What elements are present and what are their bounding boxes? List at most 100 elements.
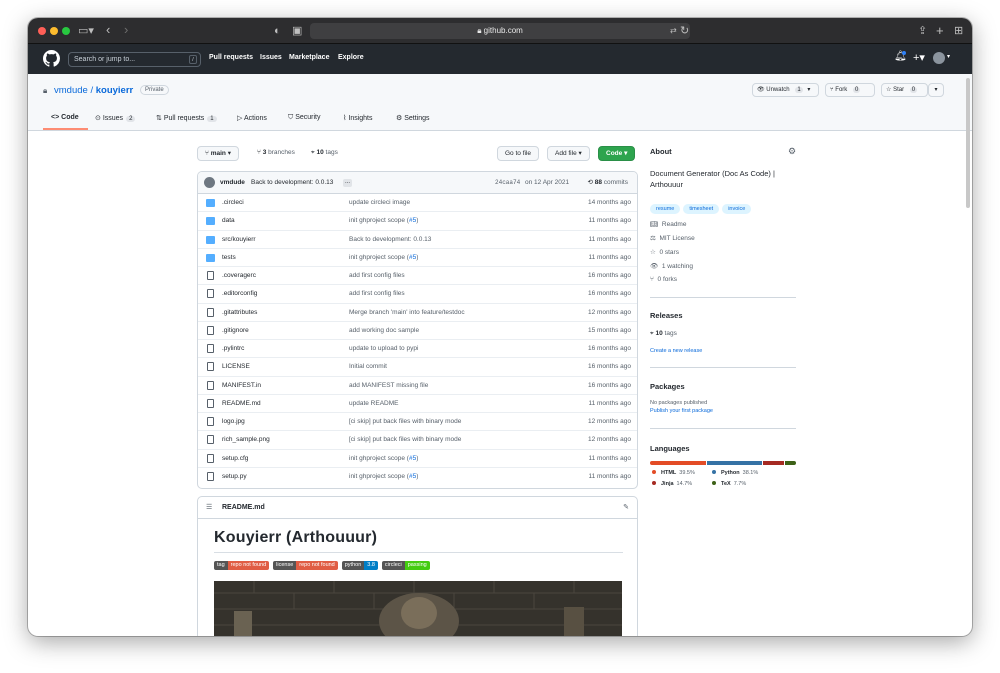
file-commit-message[interactable]: init ghproject scope (#5): [349, 468, 418, 486]
branches-link[interactable]: ⑂ 3 branches: [257, 149, 295, 156]
file-row[interactable]: tests init ghproject scope (#5) 11 months …: [198, 249, 637, 267]
readme-badge[interactable]: license repo not found: [273, 561, 338, 570]
commit-sha[interactable]: 24caa74: [495, 172, 520, 194]
file-row[interactable]: .gitignore add working doc sample 15 month…: [198, 322, 637, 340]
watchers-link[interactable]: 👁︎ 1 watching: [650, 262, 693, 270]
share-icon[interactable]: ⇪: [918, 24, 927, 38]
go-to-file-button[interactable]: Go to file: [497, 146, 540, 161]
file-commit-message[interactable]: init ghproject scope (#5): [349, 249, 418, 267]
file-row[interactable]: setup.py init ghproject scope (#5) 11 mont…: [198, 468, 637, 486]
tags-link[interactable]: ⌖ 10 tags: [311, 149, 338, 157]
file-row[interactable]: .pylintrc update to upload to pypi 16 mont…: [198, 340, 637, 359]
language-item[interactable]: Jinja 14.7%: [652, 481, 692, 487]
new-tab-icon[interactable]: +: [936, 24, 944, 37]
topic-tag[interactable]: invoice: [722, 204, 752, 214]
file-row[interactable]: LICENSE Initial commit 16 months ago: [198, 358, 637, 377]
license-link[interactable]: ⚖ MIT License: [650, 234, 695, 242]
about-gear-icon[interactable]: ⚙: [788, 146, 796, 157]
zoom-window-button[interactable]: [62, 27, 70, 35]
commit-expand-button[interactable]: ...: [343, 179, 353, 187]
repo-name-link[interactable]: kouyierr: [96, 85, 134, 96]
commit-author[interactable]: vmdude: [220, 172, 245, 194]
user-avatar[interactable]: [933, 52, 945, 64]
star-button[interactable]: ☆ Star 0: [881, 83, 928, 97]
fork-button[interactable]: ⑂ Fork 0: [825, 83, 875, 97]
search-input[interactable]: Search or jump to... /: [68, 52, 201, 67]
tab-insights[interactable]: ⌇ Insights: [343, 114, 373, 122]
file-name-link[interactable]: MANIFEST.in: [222, 377, 261, 395]
list-icon[interactable]: ☰: [206, 497, 212, 519]
file-commit-message[interactable]: init ghproject scope (#5): [349, 212, 418, 230]
file-name-link[interactable]: logo.jpg: [222, 413, 245, 431]
code-button[interactable]: Code ▾: [598, 146, 636, 161]
create-new-plus-icon[interactable]: +▾: [913, 51, 925, 64]
commits-link[interactable]: ⟲ 88 commits: [587, 172, 628, 194]
tab-settings[interactable]: ⚙ Settings: [396, 114, 430, 122]
releases-tags-link[interactable]: ⌖ 10 tags: [650, 330, 677, 338]
publish-package-link[interactable]: Publish your first package: [650, 408, 713, 414]
tab-issues[interactable]: ⊙ Issues 2: [95, 114, 136, 122]
tab-pull-requests[interactable]: ⇅ Pull requests 1: [156, 114, 217, 122]
create-release-link[interactable]: Create a new release: [650, 348, 702, 354]
address-bar[interactable]: 🔒︎ github.com: [310, 23, 690, 39]
language-item[interactable]: TeX 7.7%: [712, 481, 746, 487]
nav-explore[interactable]: Explore: [338, 54, 364, 61]
file-name-link[interactable]: setup.py: [222, 468, 247, 486]
file-row[interactable]: rich_sample.png [ci skip] put back files …: [198, 431, 637, 450]
translate-icon[interactable]: ⇄: [670, 24, 677, 38]
unwatch-button[interactable]: 👁︎ Unwatch 1 ▾: [752, 83, 819, 97]
readme-badge[interactable]: tag repo not found: [214, 561, 270, 570]
packages-heading[interactable]: Packages: [650, 382, 685, 391]
nav-marketplace[interactable]: Marketplace: [289, 54, 329, 61]
edit-pencil-icon[interactable]: ✎: [623, 497, 629, 519]
reload-icon[interactable]: ↻: [680, 24, 689, 38]
tab-actions[interactable]: ▷ Actions: [237, 114, 267, 122]
file-row[interactable]: README.md update README 11 months ago: [198, 395, 637, 413]
file-commit-message[interactable]: add first config files: [349, 267, 405, 285]
readme-badge[interactable]: circleci passing: [381, 561, 430, 570]
forks-link[interactable]: ⑂ 0 forks: [650, 276, 677, 283]
back-arrow-icon[interactable]: ‹: [106, 23, 110, 36]
readme-link[interactable]: 📖︎ Readme: [650, 220, 686, 228]
forward-arrow-icon[interactable]: ›: [124, 23, 128, 36]
file-row[interactable]: src/kouyierr Back to development: 0.0.13 1…: [198, 231, 637, 249]
file-commit-message[interactable]: [ci skip] put back files with binary mod…: [349, 413, 461, 431]
file-row[interactable]: data init ghproject scope (#5) 11 months a…: [198, 212, 637, 231]
file-commit-message[interactable]: Initial commit: [349, 358, 387, 376]
tab-code[interactable]: <> Code: [51, 114, 79, 121]
file-row[interactable]: logo.jpg [ci skip] put back files with bi…: [198, 413, 637, 432]
topic-tag[interactable]: timesheet: [683, 204, 720, 214]
file-commit-message[interactable]: [ci skip] put back files with binary mod…: [349, 431, 461, 449]
file-name-link[interactable]: data: [222, 212, 235, 230]
nav-pull-requests[interactable]: Pull requests: [209, 54, 253, 61]
file-row[interactable]: setup.cfg init ghproject scope (#5) 11 mon…: [198, 450, 637, 468]
file-name-link[interactable]: tests: [222, 249, 236, 267]
file-name-link[interactable]: README.md: [222, 395, 261, 413]
file-commit-message[interactable]: add MANIFEST missing file: [349, 377, 428, 395]
file-commit-message[interactable]: update circleci image: [349, 194, 410, 212]
tab-overview-icon[interactable]: ⊞: [954, 24, 963, 38]
file-commit-message[interactable]: Merge branch 'main' into feature/testdoc: [349, 304, 465, 322]
language-item[interactable]: Python 38.1%: [712, 470, 758, 476]
file-name-link[interactable]: .pylintrc: [222, 340, 244, 358]
minimize-window-button[interactable]: [50, 27, 58, 35]
file-row[interactable]: MANIFEST.in add MANIFEST missing file 16 m…: [198, 377, 637, 395]
language-item[interactable]: HTML 39.5%: [652, 470, 695, 476]
branch-select-button[interactable]: ⑂ main ▾: [197, 146, 239, 161]
commit-author-avatar[interactable]: [204, 177, 215, 188]
file-name-link[interactable]: setup.cfg: [222, 450, 248, 468]
avatar-dropdown-icon[interactable]: ▾: [947, 53, 950, 60]
file-name-link[interactable]: .coveragerc: [222, 267, 256, 285]
file-row[interactable]: .gitattributes Merge branch 'main' into f…: [198, 304, 637, 322]
privacy-report-icon[interactable]: ◐: [274, 24, 281, 38]
file-name-link[interactable]: .gitignore: [222, 322, 249, 340]
topic-tag[interactable]: resume: [650, 204, 681, 214]
star-list-dropdown[interactable]: ▾: [928, 83, 944, 97]
file-commit-message[interactable]: update README: [349, 395, 399, 413]
stars-link[interactable]: ☆ 0 stars: [650, 248, 679, 256]
file-name-link[interactable]: LICENSE: [222, 358, 250, 376]
file-name-link[interactable]: .editorconfig: [222, 285, 257, 303]
file-row[interactable]: .editorconfig add first config files 16 mo…: [198, 285, 637, 304]
file-name-link[interactable]: src/kouyierr: [222, 231, 256, 249]
add-file-button[interactable]: Add file ▾: [547, 146, 590, 161]
